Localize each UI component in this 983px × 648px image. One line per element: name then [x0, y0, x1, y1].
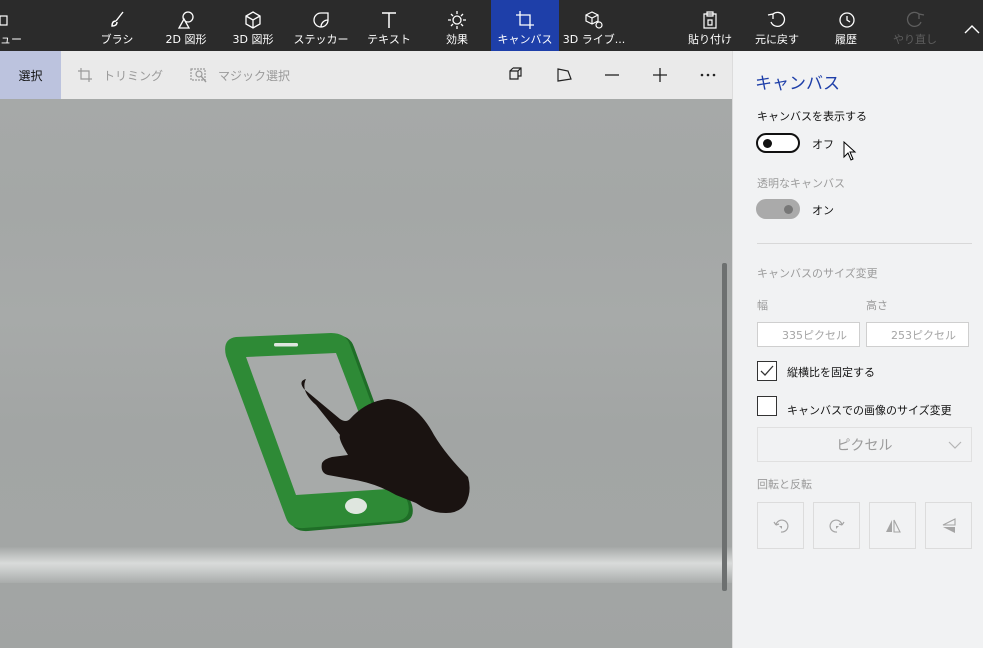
- width-label: 幅: [757, 299, 768, 312]
- zoom-in-button[interactable]: [645, 51, 675, 99]
- undo-button[interactable]: 元に戻す: [752, 0, 802, 51]
- 3d-shapes-icon: [243, 9, 263, 31]
- show-canvas-state: オフ: [812, 138, 834, 151]
- top-toolbar: ュー ブラシ 2D 図形 3D 図形 ステッカー テキスト 効果 キャンバス 3…: [0, 0, 983, 51]
- 3d-view-icon: [509, 67, 522, 80]
- tool-canvas[interactable]: キャンバス: [491, 0, 559, 51]
- effects-icon: [447, 9, 467, 31]
- tool-label: 3D 図形: [232, 33, 274, 46]
- crop-button[interactable]: トリミング: [77, 51, 163, 99]
- magic-select-label: マジック選択: [218, 68, 291, 83]
- tool-effects[interactable]: 効果: [436, 0, 478, 51]
- panel-title: キャンバス: [755, 74, 840, 94]
- brush-icon: [107, 9, 127, 31]
- perspective-button[interactable]: [549, 51, 579, 99]
- tool-3d-shapes[interactable]: 3D 図形: [228, 0, 278, 51]
- crop-label: トリミング: [103, 68, 164, 83]
- tool-brushes[interactable]: ブラシ: [96, 0, 138, 51]
- collapse-toolbar-button[interactable]: [960, 0, 983, 51]
- tool-label: ブラシ: [100, 33, 134, 46]
- undo-label: 元に戻す: [755, 33, 799, 46]
- unit-value: ピクセル: [836, 437, 893, 454]
- tool-label: テキスト: [367, 33, 411, 46]
- plus-icon: [653, 68, 667, 82]
- canvas-icon: [515, 9, 535, 31]
- toggle-knob: [784, 205, 793, 214]
- rotate-left-button[interactable]: [757, 502, 804, 549]
- view-3d-button[interactable]: [501, 51, 531, 99]
- lock-aspect-ratio-checkbox[interactable]: [757, 361, 777, 381]
- lock-aspect-ratio-label: 縦横比を固定する: [787, 366, 875, 379]
- transparent-canvas-toggle[interactable]: [756, 199, 800, 219]
- rotate-left-icon: [773, 518, 788, 533]
- show-canvas-toggle[interactable]: [756, 133, 800, 153]
- redo-button[interactable]: やり直し: [890, 0, 940, 51]
- toggle-knob: [763, 139, 772, 148]
- select-button[interactable]: 選択: [0, 51, 61, 99]
- workspace-canvas[interactable]: [0, 99, 732, 648]
- resize-canvas-label: キャンバスのサイズ変更: [757, 267, 878, 280]
- rotate-right-button[interactable]: [813, 502, 860, 549]
- undo-icon: [767, 9, 787, 31]
- transparent-canvas-state: オン: [812, 204, 834, 217]
- menu-button[interactable]: ュー: [0, 0, 24, 51]
- tool-label: 効果: [446, 33, 468, 46]
- paste-icon: [700, 9, 720, 31]
- flip-vertical-button[interactable]: [869, 502, 916, 549]
- chevron-up-icon: [964, 18, 980, 40]
- smartphone-touch-illustration: [225, 333, 470, 532]
- 3d-library-icon: [584, 9, 604, 31]
- canvas-subtoolbar: 選択 トリミング マジック選択: [0, 51, 732, 99]
- mouse-cursor-icon: [843, 141, 857, 161]
- checkmark-icon: [760, 365, 774, 376]
- history-button[interactable]: 履歴: [826, 0, 866, 51]
- unit-dropdown[interactable]: ピクセル: [757, 427, 972, 462]
- zoom-out-button[interactable]: [597, 51, 627, 99]
- rotate-right-icon: [829, 518, 844, 533]
- more-icon: [700, 73, 716, 77]
- rotate-flip-label: 回転と反転: [757, 478, 812, 491]
- tool-label: 3D ライブ...: [562, 33, 626, 46]
- flip-horizontal-button[interactable]: [925, 502, 972, 549]
- flip-horizontal-icon: [885, 519, 901, 533]
- redo-icon: [905, 9, 925, 31]
- tool-3d-library[interactable]: 3D ライブ...: [562, 0, 626, 51]
- workspace-floor: [0, 547, 732, 583]
- history-label: 履歴: [835, 33, 857, 46]
- canvas-properties-panel: キャンバス キャンバスを表示する オフ 透明なキャンバス オン キャンバスのサイ…: [732, 51, 983, 648]
- text-icon: [379, 9, 399, 31]
- panel-divider: [757, 243, 972, 244]
- tool-label: 2D 図形: [165, 33, 207, 46]
- menu-icon: [0, 9, 8, 31]
- menu-label: ュー: [0, 33, 22, 46]
- sticker-icon: [311, 9, 331, 31]
- transparent-canvas-label: 透明なキャンバス: [757, 177, 845, 190]
- tool-2d-shapes[interactable]: 2D 図形: [160, 0, 212, 51]
- tool-label: ステッカー: [293, 33, 349, 46]
- 2d-shapes-icon: [176, 9, 196, 31]
- redo-label: やり直し: [893, 33, 937, 46]
- more-options-button[interactable]: [693, 51, 723, 99]
- resize-image-label: キャンバスでの画像のサイズ変更: [787, 404, 952, 417]
- height-field[interactable]: 253ピクセル: [866, 322, 969, 347]
- height-label: 高さ: [866, 299, 888, 312]
- chevron-down-icon: [948, 441, 962, 449]
- width-field[interactable]: 335ピクセル: [757, 322, 860, 347]
- perspective-icon: [557, 68, 572, 82]
- flip-vertical-icon: [942, 517, 956, 533]
- vertical-scrollbar[interactable]: [722, 263, 727, 591]
- paste-button[interactable]: 貼り付け: [686, 0, 734, 51]
- tool-label: キャンバス: [497, 33, 553, 46]
- select-label: 選択: [18, 68, 43, 83]
- magic-select-icon: [190, 68, 207, 83]
- tool-text[interactable]: テキスト: [366, 0, 412, 51]
- resize-image-checkbox[interactable]: [757, 396, 777, 416]
- magic-select-button[interactable]: マジック選択: [190, 51, 290, 99]
- history-icon: [836, 9, 856, 31]
- tool-stickers[interactable]: ステッカー: [293, 0, 349, 51]
- crop-icon: [78, 68, 92, 82]
- minus-icon: [605, 74, 619, 76]
- paste-label: 貼り付け: [688, 33, 732, 46]
- show-canvas-label: キャンバスを表示する: [757, 110, 867, 123]
